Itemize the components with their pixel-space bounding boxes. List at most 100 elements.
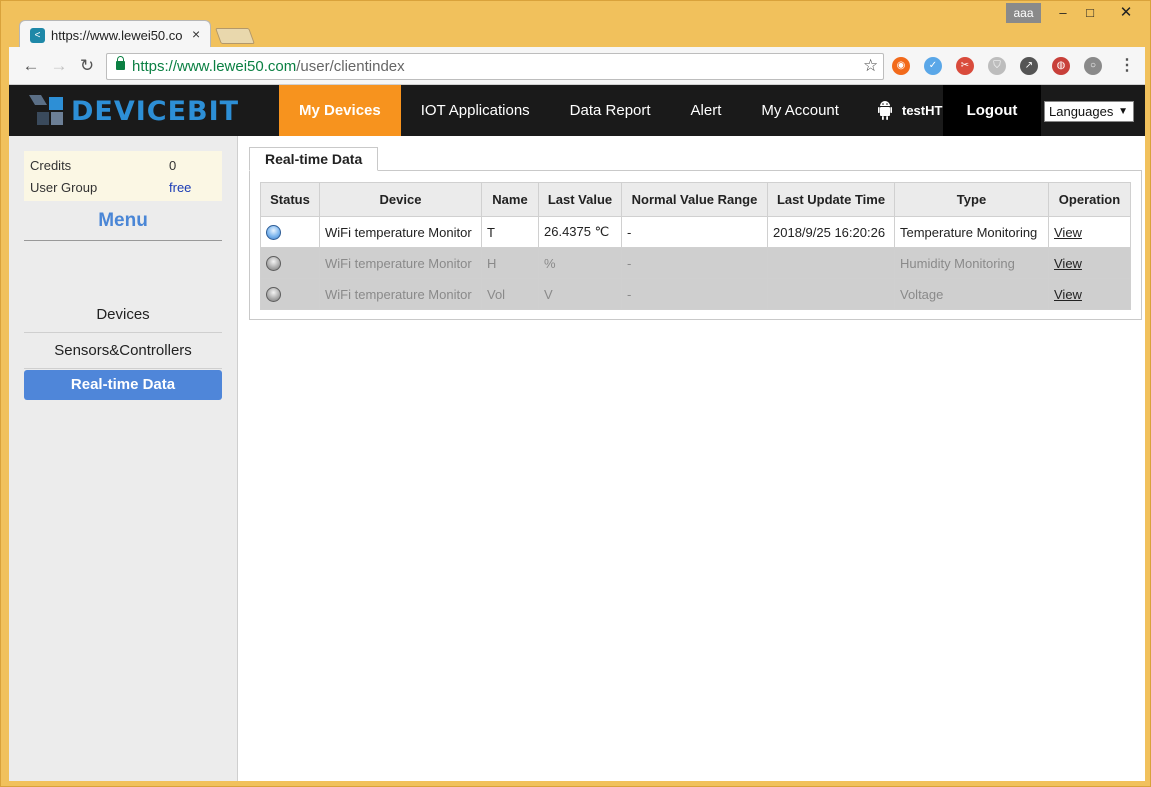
range-cell: -	[621, 247, 768, 279]
column-header[interactable]: Device	[319, 182, 482, 217]
user-group-value[interactable]: free	[169, 180, 191, 195]
last-value-cell: %	[538, 247, 622, 279]
bookmark-star-icon[interactable]: ☆	[863, 56, 878, 76]
maximize-button[interactable]: □	[1077, 3, 1103, 23]
ext-circle-icon[interactable]: ○	[1084, 57, 1102, 75]
operation-cell: View	[1048, 216, 1131, 248]
browser-tab[interactable]: < https://www.lewei50.co ×	[19, 20, 211, 48]
nav-data-report[interactable]: Data Report	[550, 85, 671, 136]
nav-alert[interactable]: Alert	[671, 85, 742, 136]
close-window-button[interactable]: ✕	[1113, 3, 1139, 23]
credits-label: Credits	[30, 158, 72, 173]
status-cell	[260, 247, 320, 279]
view-link[interactable]: View	[1054, 287, 1082, 302]
column-header[interactable]: Operation	[1048, 182, 1131, 217]
user-group-label: User Group	[30, 180, 98, 195]
user-group-row: User Group free	[30, 180, 191, 195]
new-tab-button[interactable]	[215, 28, 255, 44]
browser-menu-icon[interactable]: ⋮	[1119, 55, 1135, 75]
logo-text: DEVICEBIT	[71, 96, 240, 127]
device-cell: WiFi temperature Monitor	[319, 216, 482, 248]
android-icon	[878, 101, 892, 120]
ext-orange-icon[interactable]: ◉	[892, 57, 910, 75]
url-path: /user/clientindex	[296, 58, 405, 75]
table-header-row: Status Device Name Last Value Normal Value R…	[260, 182, 1131, 217]
column-header[interactable]: Last Value	[538, 182, 622, 217]
realtime-data-table: Status Device Name Last Value Normal Value R…	[260, 182, 1131, 310]
table-row: WiFi temperature Monitor H% - Humidity Moni…	[260, 247, 1131, 279]
column-header[interactable]: Last Update Time	[767, 182, 895, 217]
operation-cell: View	[1048, 278, 1131, 310]
view-link[interactable]: View	[1054, 256, 1082, 271]
logout-button[interactable]: Logout	[943, 85, 1041, 136]
last-value-cell: 26.4375 ℃	[538, 216, 622, 248]
status-offline-icon	[266, 287, 281, 303]
device-cell: WiFi temperature Monitor	[319, 278, 482, 310]
ext-globe-icon[interactable]: ◍	[1052, 57, 1070, 75]
nav-my-account[interactable]: My Account	[741, 85, 859, 136]
status-offline-icon	[266, 256, 281, 272]
sidebar: Credits 0 User Group free Menu Devices Se…	[9, 136, 238, 781]
user-area: testHT	[875, 85, 943, 136]
update-time-cell	[767, 278, 895, 310]
tab-title: https://www.lewei50.co	[51, 28, 183, 43]
range-cell: -	[621, 216, 768, 248]
status-online-icon	[266, 225, 281, 241]
address-bar[interactable]: https://www.lewei50.com/user/clientindex…	[106, 53, 884, 80]
back-arrow-icon[interactable]: ←	[21, 56, 41, 76]
ext-blue-check-icon[interactable]: ✓	[924, 57, 942, 75]
real-time-data-panel: Status Device Name Last Value Normal Value R…	[249, 170, 1142, 320]
tab-real-time-data[interactable]: Real-time Data	[249, 147, 379, 171]
status-cell	[260, 216, 320, 248]
type-cell: Humidity Monitoring	[894, 247, 1049, 279]
table-row: WiFi temperature Monitor Vol V - Voltage View	[260, 278, 1131, 310]
browser-window: aaa – □ ✕ < https://www.lewei50.co × ← →…	[0, 0, 1151, 787]
languages-label: Languages	[1049, 104, 1114, 119]
ext-red-icon[interactable]: ✂	[956, 57, 974, 75]
type-cell: Voltage	[894, 278, 1049, 310]
url-host: https://www.lewei50.com	[132, 58, 297, 75]
title-bar: aaa – □ ✕ < https://www.lewei50.co ×	[1, 1, 1150, 48]
type-cell: Temperature Monitoring	[894, 216, 1049, 248]
languages-select[interactable]: Languages ▼	[1044, 101, 1134, 122]
table-body: WiFi temperature Monitor T 26.4375 ℃ -2018/…	[260, 216, 1131, 310]
account-summary: Credits 0 User Group free	[24, 151, 222, 201]
last-value-cell: V	[538, 278, 622, 310]
range-cell: -	[621, 278, 768, 310]
reload-icon[interactable]: ↻	[77, 56, 97, 76]
url-text[interactable]: https://www.lewei50.com/user/clientindex	[132, 58, 405, 75]
column-header[interactable]: Status	[260, 182, 320, 217]
page-viewport: DEVICEBIT My Devices IOT Applications Data…	[9, 85, 1145, 781]
column-header[interactable]: Type	[894, 182, 1049, 217]
column-header[interactable]: Name	[481, 182, 539, 217]
profile-badge[interactable]: aaa	[1006, 3, 1041, 23]
name-cell: Vol	[481, 278, 539, 310]
site-header: DEVICEBIT My Devices IOT Applications Data…	[9, 85, 1145, 136]
logo-mark-icon	[29, 95, 63, 125]
table-row: WiFi temperature Monitor T 26.4375 ℃ -2018/…	[260, 216, 1131, 248]
username[interactable]: testHT	[902, 103, 942, 118]
menu-title: Menu	[24, 210, 222, 241]
sidebar-item-real-time-data[interactable]: Real-time Data	[24, 370, 222, 400]
ext-chart-icon[interactable]: ↗	[1020, 57, 1038, 75]
chevron-down-icon: ▼	[1118, 106, 1128, 117]
ext-shield-icon[interactable]: ⛉	[988, 57, 1006, 75]
devicebit-logo[interactable]: DEVICEBIT	[27, 93, 247, 129]
sidebar-item-sensors-controllers[interactable]: Sensors&Controllers	[24, 333, 222, 369]
minimize-button[interactable]: –	[1050, 3, 1076, 23]
view-link[interactable]: View	[1054, 225, 1082, 240]
forward-arrow-icon[interactable]: →	[49, 56, 69, 76]
credits-row: Credits 0	[30, 158, 176, 173]
lock-icon	[116, 56, 125, 70]
extension-icons: ◉ ✓ ✂ ⛉ ↗ ◍ ○	[892, 57, 1116, 75]
nav-iot-applications[interactable]: IOT Applications	[401, 85, 550, 136]
column-header[interactable]: Normal Value Range	[621, 182, 768, 217]
operation-cell: View	[1048, 247, 1131, 279]
status-cell	[260, 278, 320, 310]
name-cell: H	[481, 247, 539, 279]
update-time-cell	[767, 247, 895, 279]
tab-close-icon[interactable]: ×	[192, 26, 200, 42]
credits-value: 0	[169, 158, 177, 173]
sidebar-item-devices[interactable]: Devices	[24, 297, 222, 333]
nav-my-devices[interactable]: My Devices	[279, 85, 401, 136]
